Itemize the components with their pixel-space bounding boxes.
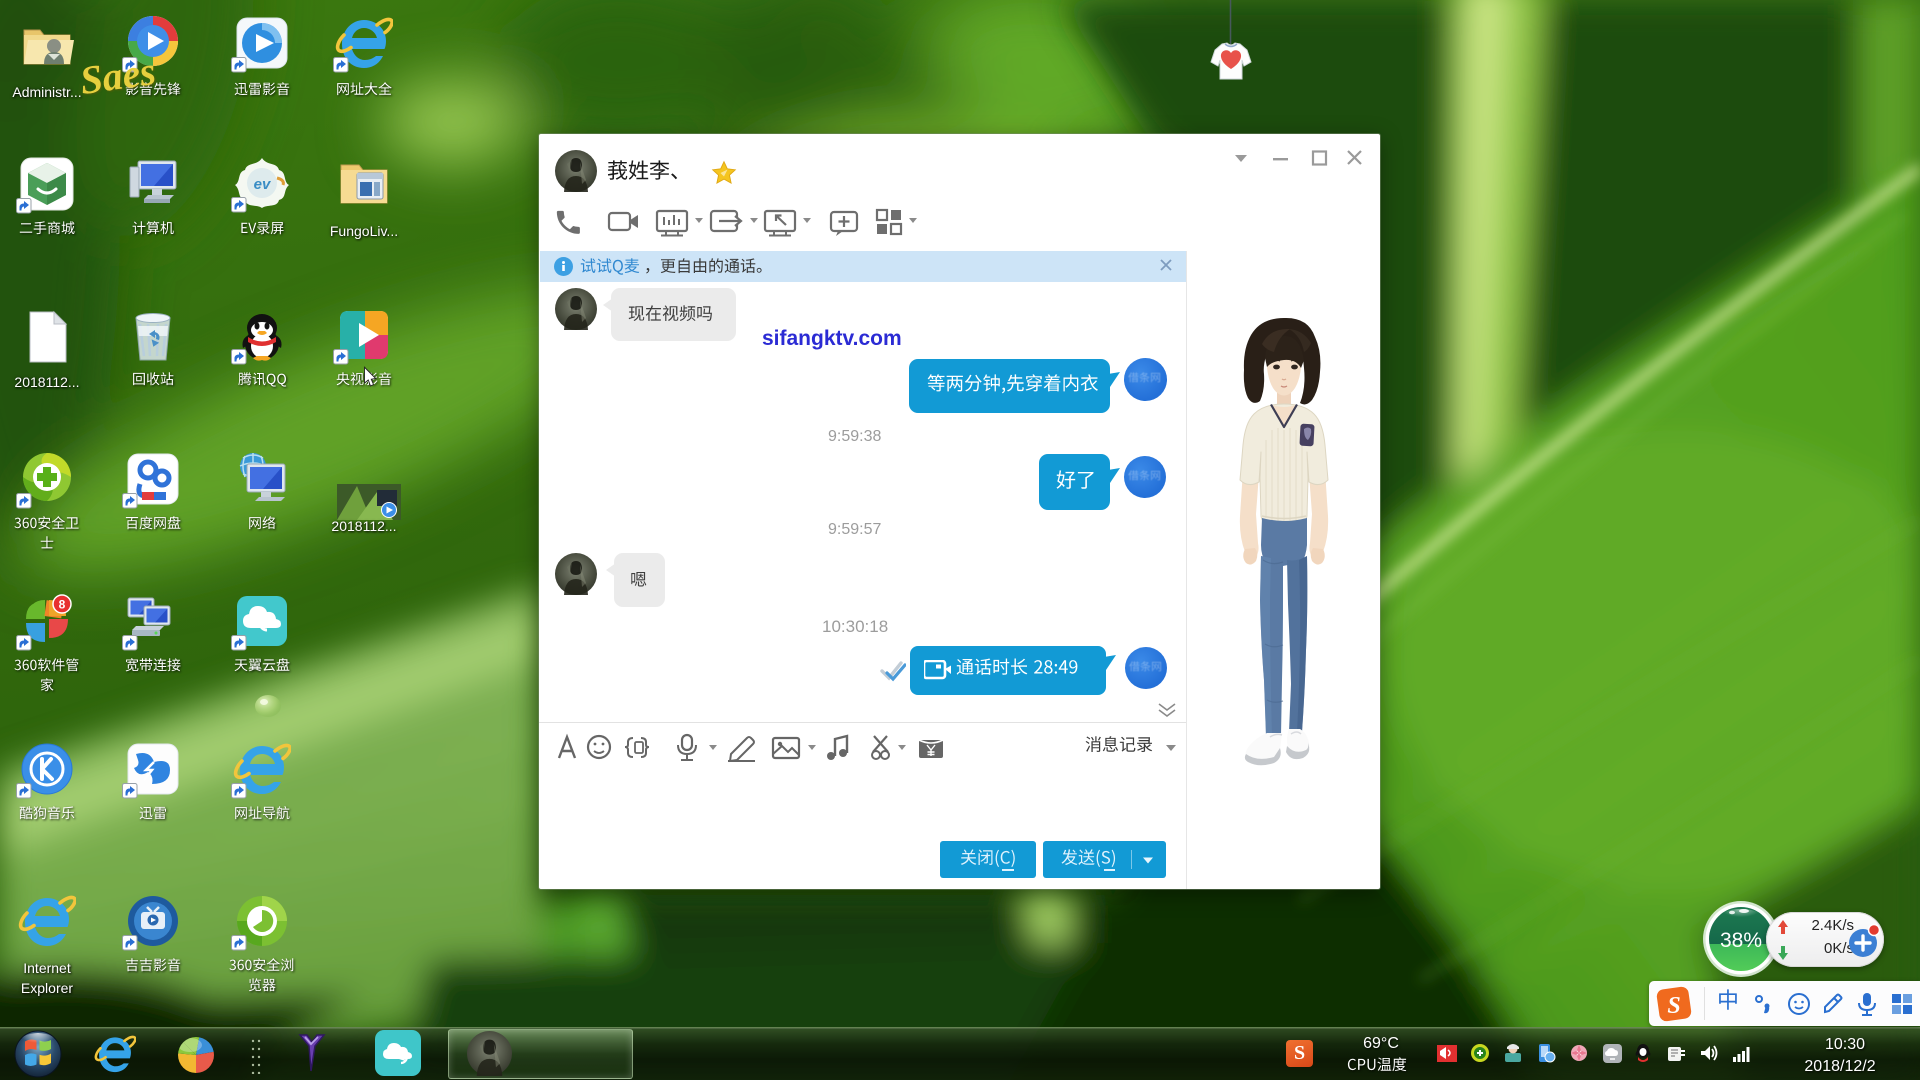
svg-text:S: S bbox=[1667, 993, 1680, 1019]
svg-text:ev: ev bbox=[254, 176, 272, 193]
svg-text:38%: 38% bbox=[1720, 929, 1762, 952]
svg-text:8: 8 bbox=[59, 598, 66, 612]
